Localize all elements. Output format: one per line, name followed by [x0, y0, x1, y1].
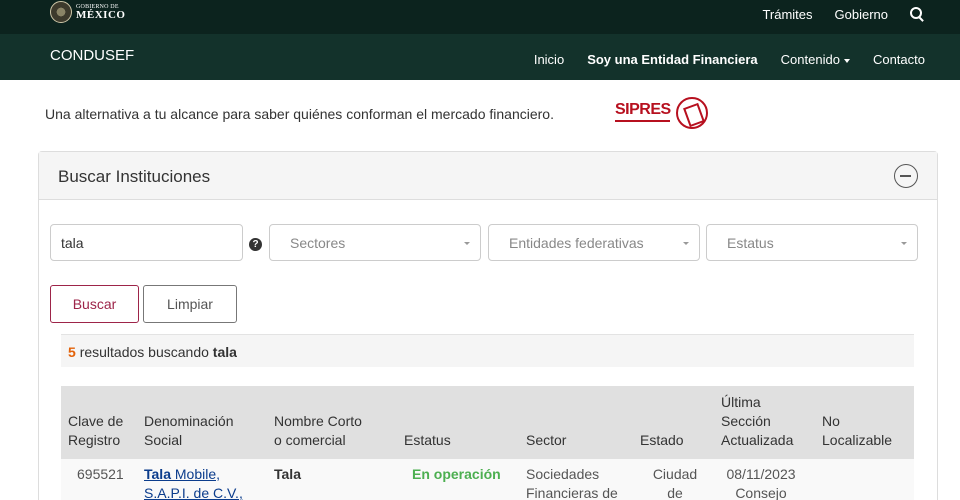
col-ultima-seccion[interactable]: Última Sección Actualizada — [721, 393, 793, 450]
col-no-localizable[interactable]: No Localizable — [822, 412, 892, 450]
gov-topbar: GOBIERNO DE MÉXICO Trámites Gobierno — [0, 0, 960, 34]
table-row: 695521 Tala Mobile, S.A.P.I. de C.V., Tal… — [61, 459, 914, 500]
nav-entidad-financiera-link[interactable]: Soy una Entidad Financiera — [587, 52, 757, 67]
col-estado[interactable]: Estado — [640, 431, 684, 450]
results-summary: 5 resultados buscando tala — [61, 334, 914, 367]
sipres-emblem-icon — [676, 97, 708, 129]
nav-contenido-dropdown[interactable]: Contenido — [781, 52, 850, 67]
collapse-minus-icon[interactable] — [894, 164, 918, 188]
entidades-federativas-select[interactable]: Entidades federativas — [488, 224, 700, 261]
table-header: Clave de Registro Denominación Social No… — [61, 386, 914, 459]
page-tagline: Una alternativa a tu alcance para saber … — [45, 106, 554, 122]
search-input-value: tala — [61, 235, 84, 251]
caret-down-icon — [843, 58, 850, 63]
nav-inicio-link[interactable]: Inicio — [534, 52, 564, 67]
nav-contenido-label: Contenido — [780, 52, 840, 67]
sectores-select[interactable]: Sectores — [269, 224, 481, 261]
results-text: resultados buscando — [79, 344, 209, 360]
cell-ultima-seccion: 08/11/2023 Consejo — [726, 466, 796, 500]
sipres-logo: SIPRES — [615, 97, 710, 131]
coat-of-arms-icon — [50, 1, 72, 23]
cell-estado: Ciudad de — [652, 466, 698, 500]
chevron-down-icon — [901, 242, 907, 245]
search-panel-header: Buscar Instituciones — [39, 152, 937, 200]
main-nav-links: Inicio Soy una Entidad Financiera Conten… — [511, 52, 925, 67]
nav-contacto-link[interactable]: Contacto — [873, 52, 925, 67]
results-count: 5 — [68, 344, 76, 360]
cell-sector: Sociedades Financieras de — [526, 466, 618, 500]
buscar-button[interactable]: Buscar — [50, 285, 139, 323]
panel-title: Buscar Instituciones — [58, 167, 211, 186]
estatus-select[interactable]: Estatus — [706, 224, 918, 261]
institution-link[interactable]: Tala Mobile, S.A.P.I. de C.V., — [144, 466, 243, 500]
cell-clave: 695521 — [77, 466, 124, 482]
brand-name[interactable]: CONDUSEF — [50, 47, 134, 64]
search-input[interactable]: tala — [50, 224, 243, 261]
col-nombre-corto[interactable]: Nombre Corto o comercial — [274, 412, 362, 450]
col-estatus[interactable]: Estatus — [404, 431, 451, 450]
estatus-placeholder: Estatus — [727, 235, 774, 251]
limpiar-button[interactable]: Limpiar — [143, 285, 237, 323]
gobierno-de-mexico-logo[interactable]: GOBIERNO DE MÉXICO — [50, 0, 125, 24]
sectores-placeholder: Sectores — [290, 235, 346, 251]
col-clave-registro[interactable]: Clave de Registro — [68, 412, 123, 450]
topnav-tramites-link[interactable]: Trámites — [762, 7, 812, 22]
results-query: tala — [212, 344, 237, 360]
results-table: Clave de Registro Denominación Social No… — [61, 386, 914, 500]
col-sector[interactable]: Sector — [526, 431, 566, 450]
cell-estatus: En operación — [412, 466, 501, 482]
col-denominacion-social[interactable]: Denominación Social — [144, 412, 234, 450]
topnav-gobierno-link[interactable]: Gobierno — [835, 7, 888, 22]
topbar-nav: Trámites Gobierno — [762, 0, 960, 28]
search-icon[interactable] — [910, 7, 924, 21]
cell-nombre-corto: Tala — [274, 466, 301, 482]
main-navbar: CONDUSEF Inicio Soy una Entidad Financie… — [0, 34, 960, 80]
sipres-logo-text: SIPRES — [615, 101, 671, 118]
entidades-placeholder: Entidades federativas — [509, 235, 644, 251]
chevron-down-icon — [683, 242, 689, 245]
help-question-icon[interactable]: ? — [249, 238, 262, 251]
chevron-down-icon — [464, 242, 470, 245]
cell-denominacion: Tala Mobile, S.A.P.I. de C.V., — [144, 465, 243, 500]
logo-line2: MÉXICO — [76, 8, 126, 21]
